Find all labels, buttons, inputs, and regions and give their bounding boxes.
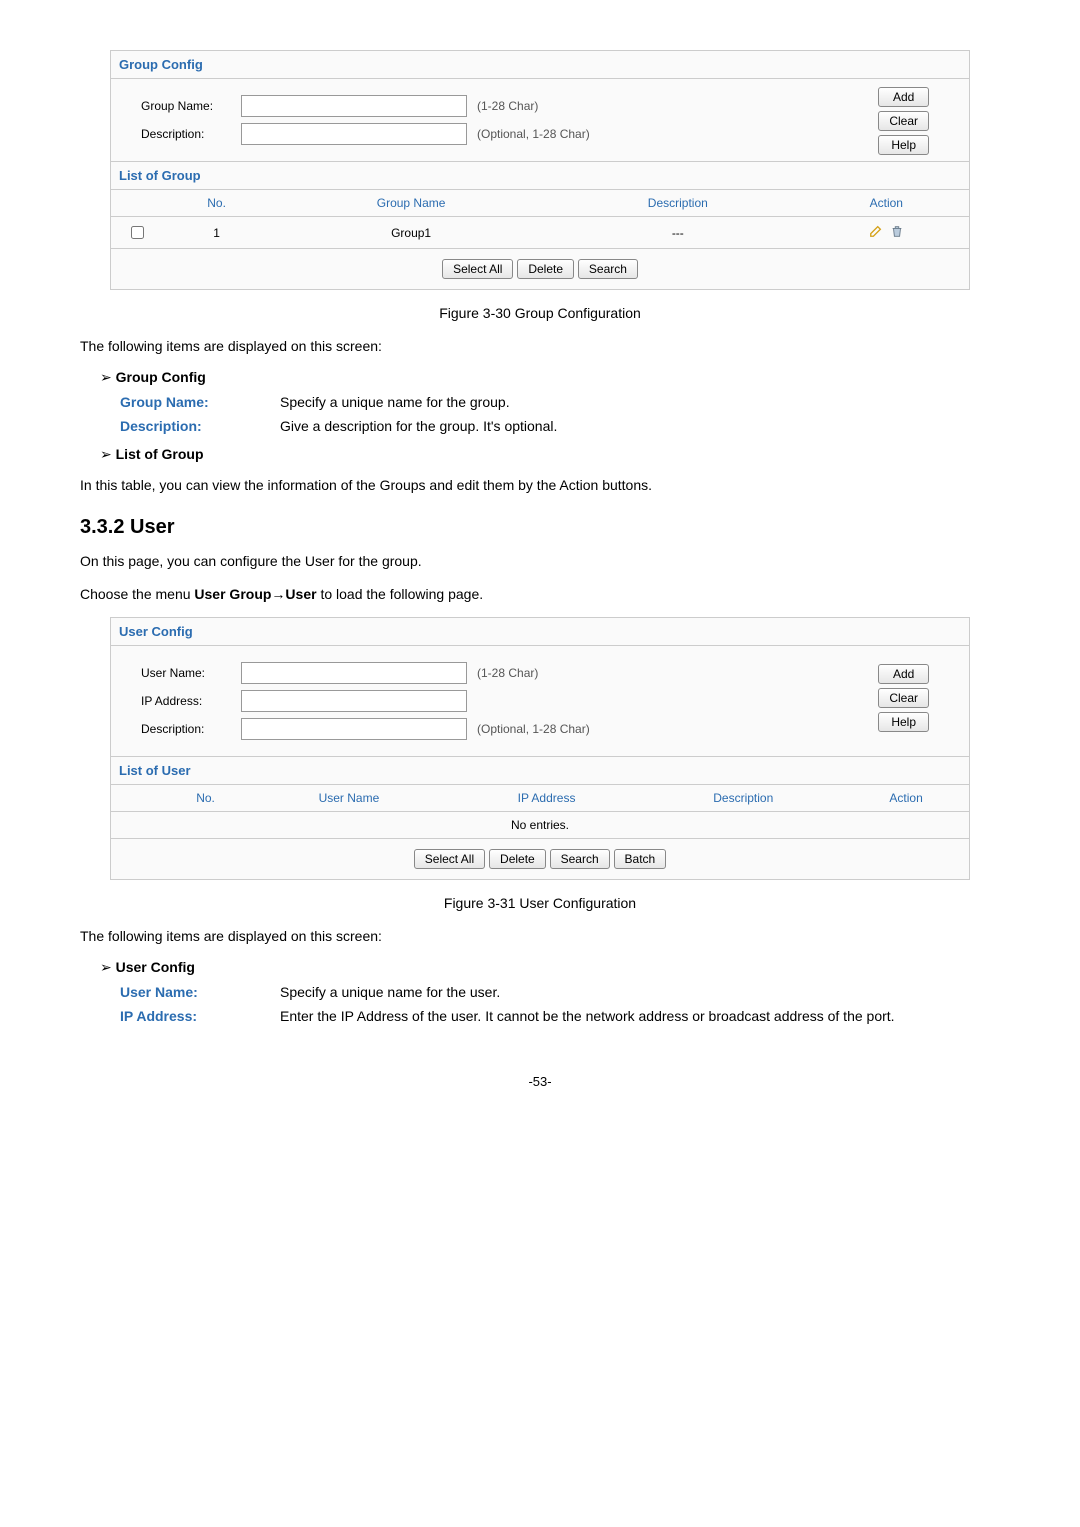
clear-button[interactable]: Clear (878, 111, 929, 131)
delete-button[interactable]: Delete (489, 849, 546, 869)
user-config-section-head: User Config (100, 959, 1000, 976)
row-action (804, 217, 969, 249)
col-desc: Description (552, 190, 804, 217)
def-user-name: User Name: Specify a unique name for the… (120, 984, 1000, 1000)
col-no: No. (163, 190, 270, 217)
group-name-input[interactable] (241, 95, 467, 117)
group-side-buttons: Add Clear Help (878, 87, 929, 155)
choose-menu-bold: User Group→User (194, 586, 316, 602)
row-no: 1 (163, 217, 270, 249)
list-of-group-section-head: List of Group (100, 446, 1000, 463)
user-config-body: User Name: (1-28 Char) IP Address: Descr… (111, 646, 969, 756)
list-of-user-header: List of User (111, 756, 969, 785)
no-entries-cell: No entries. (111, 812, 969, 839)
group-config-panel: Group Config Group Name: (1-28 Char) Des… (110, 50, 970, 290)
def-ip-address-label: IP Address: (120, 1008, 280, 1024)
select-all-button[interactable]: Select All (442, 259, 513, 279)
clear-button[interactable]: Clear (878, 688, 929, 708)
user-config-header: User Config (111, 618, 969, 646)
group-desc-label: Description: (141, 127, 241, 141)
page-number: -53- (80, 1074, 1000, 1089)
def-description: Description: Give a description for the … (120, 418, 1000, 434)
group-desc-row: Description: (Optional, 1-28 Char) (141, 123, 939, 145)
ip-address-input[interactable] (241, 690, 467, 712)
user-side-buttons: Add Clear Help (878, 664, 929, 732)
table-row: 1 Group1 --- (111, 217, 969, 249)
def-group-name-label: Group Name: (120, 394, 280, 410)
edit-icon[interactable] (869, 224, 883, 238)
delete-button[interactable]: Delete (517, 259, 574, 279)
search-button[interactable]: Search (578, 259, 638, 279)
choose-menu-suffix: to load the following page. (317, 586, 484, 602)
ip-address-label: IP Address: (141, 694, 241, 708)
ip-address-row: IP Address: (141, 690, 939, 712)
group-name-row: Group Name: (1-28 Char) (141, 95, 939, 117)
col-desc: Description (643, 785, 843, 812)
group-name-hint: (1-28 Char) (477, 99, 538, 113)
add-button[interactable]: Add (878, 87, 929, 107)
list-of-group-header: List of Group (111, 161, 969, 190)
figure-caption-1: Figure 3-30 Group Configuration (80, 305, 1000, 321)
user-desc-hint: (Optional, 1-28 Char) (477, 722, 590, 736)
user-name-row: User Name: (1-28 Char) (141, 662, 939, 684)
group-desc-input[interactable] (241, 123, 467, 145)
group-table: No. Group Name Description Action 1 Grou… (111, 190, 969, 249)
user-desc-label: Description: (141, 722, 241, 736)
row-checkbox[interactable] (131, 226, 144, 239)
add-button[interactable]: Add (878, 664, 929, 684)
def-group-name-text: Specify a unique name for the group. (280, 394, 1000, 410)
col-action: Action (804, 190, 969, 217)
def-description-text: Give a description for the group. It's o… (280, 418, 1000, 434)
col-name: Group Name (270, 190, 552, 217)
group-bottom-buttons: Select All Delete Search (111, 249, 969, 289)
group-config-body: Group Name: (1-28 Char) Description: (Op… (111, 79, 969, 161)
group-name-label: Group Name: (141, 99, 241, 113)
col-checkbox (111, 785, 163, 812)
col-action: Action (843, 785, 969, 812)
choose-menu-text: Choose the menu User Group→User to load … (80, 584, 1000, 605)
def-ip-address-text: Enter the IP Address of the user. It can… (280, 1008, 1000, 1024)
col-checkbox (111, 190, 163, 217)
section-heading-user: 3.3.2 User (80, 516, 1000, 539)
def-description-label: Description: (120, 418, 280, 434)
table-row-empty: No entries. (111, 812, 969, 839)
user-intro-text: On this page, you can configure the User… (80, 551, 1000, 572)
choose-menu-prefix: Choose the menu (80, 586, 194, 602)
batch-button[interactable]: Batch (614, 849, 667, 869)
user-table: No. User Name IP Address Description Act… (111, 785, 969, 839)
group-desc-hint: (Optional, 1-28 Char) (477, 127, 590, 141)
user-config-panel: User Config User Name: (1-28 Char) IP Ad… (110, 617, 970, 880)
trash-icon[interactable] (890, 224, 904, 238)
list-of-group-text: In this table, you can view the informat… (80, 475, 1000, 496)
def-user-name-text: Specify a unique name for the user. (280, 984, 1000, 1000)
row-desc: --- (552, 217, 804, 249)
user-desc-row: Description: (Optional, 1-28 Char) (141, 718, 939, 740)
col-ip: IP Address (450, 785, 644, 812)
user-bottom-buttons: Select All Delete Search Batch (111, 839, 969, 879)
col-name: User Name (248, 785, 450, 812)
select-all-button[interactable]: Select All (414, 849, 485, 869)
group-config-section-head: Group Config (100, 369, 1000, 386)
search-button[interactable]: Search (550, 849, 610, 869)
user-name-hint: (1-28 Char) (477, 666, 538, 680)
user-name-label: User Name: (141, 666, 241, 680)
def-ip-address: IP Address: Enter the IP Address of the … (120, 1008, 1000, 1024)
row-name: Group1 (270, 217, 552, 249)
help-button[interactable]: Help (878, 712, 929, 732)
user-name-input[interactable] (241, 662, 467, 684)
user-desc-input[interactable] (241, 718, 467, 740)
def-group-name: Group Name: Specify a unique name for th… (120, 394, 1000, 410)
intro-text-2: The following items are displayed on thi… (80, 926, 1000, 947)
figure-caption-2: Figure 3-31 User Configuration (80, 895, 1000, 911)
def-user-name-label: User Name: (120, 984, 280, 1000)
group-config-header: Group Config (111, 51, 969, 79)
help-button[interactable]: Help (878, 135, 929, 155)
col-no: No. (163, 785, 248, 812)
intro-text-1: The following items are displayed on thi… (80, 336, 1000, 357)
